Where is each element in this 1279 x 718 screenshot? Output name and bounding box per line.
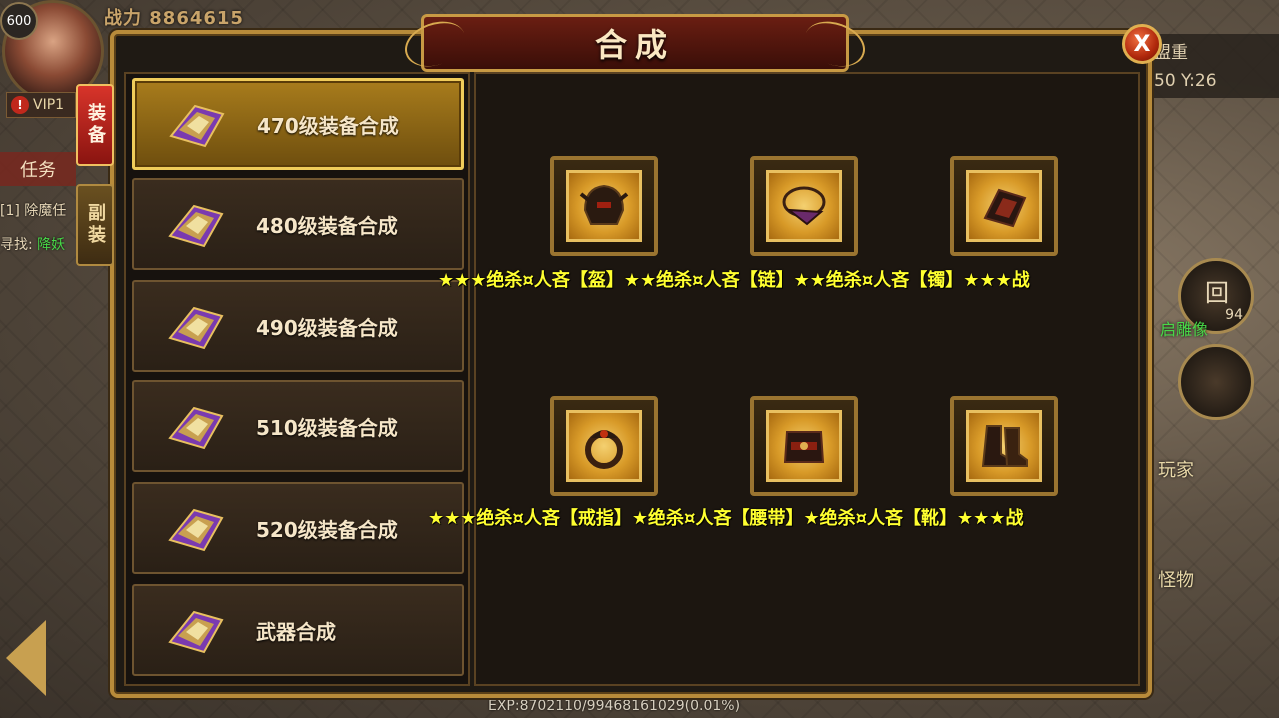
back-arrow-icon[interactable] [6,620,46,696]
return-glyph-icon: 回 [1205,279,1229,307]
boots-icon [981,425,1028,467]
equipment-bundle-icon [168,406,224,450]
item-slot-ring[interactable] [550,396,658,496]
combat-power-label: 战力 [104,8,142,29]
statue-label[interactable]: 启雕像 [1160,316,1208,340]
item-captions-row-2: ★★★绝杀¤人吝【戒指】★绝杀¤人吝【腰带】★绝杀¤人吝【靴】★★★战 [428,508,1024,529]
bracer-icon [983,188,1027,228]
recipe-item-510[interactable]: 510级装备合成 [132,380,464,472]
vip-badge[interactable]: ! VIP1 [6,92,76,118]
recipe-item-490[interactable]: 490级装备合成 [132,280,464,372]
item-slot-belt[interactable] [750,396,858,496]
equipment-bundle-icon [168,508,224,552]
quest-target-link[interactable]: 降妖 [37,237,65,253]
item-slot-bracer[interactable] [950,156,1058,256]
dialog-title-plate: 合成 [421,14,849,72]
map-coordinates: 盟重 50 Y:26 [1146,34,1279,98]
recipe-item-weapon[interactable]: 武器合成 [132,584,464,676]
alert-icon: ! [11,96,29,114]
recipe-label: 470级装备合成 [257,113,399,138]
quest-line-1[interactable]: [1] 除魔任 [0,200,66,220]
attack-skill-button[interactable] [1178,344,1254,420]
close-button[interactable]: X [1122,24,1162,64]
equipment-bundle-icon [168,306,224,350]
recipe-label: 510级装备合成 [256,415,398,440]
recipe-item-480[interactable]: 480级装备合成 [132,178,464,270]
necklace-icon [782,186,826,226]
item-slot-helmet[interactable] [550,156,658,256]
recipe-item-470[interactable]: 470级装备合成 [132,78,464,170]
monsters-tab[interactable]: 怪物 [1158,566,1194,592]
players-tab[interactable]: 玩家 [1158,456,1194,482]
dialog-title: 合成 [594,26,675,64]
map-xy: 50 Y:26 [1154,71,1217,91]
tab-equipment[interactable]: 装备 [76,84,114,166]
combat-power-value: 8864615 [149,8,244,29]
combat-power: 战力 8864615 [104,4,244,30]
quest-line-2[interactable]: 寻找: 降妖 [0,234,65,254]
helmet-icon [579,184,629,225]
item-slot-boots[interactable] [950,396,1058,496]
skill-count: 94 [1225,307,1243,323]
equipment-bundle-icon [168,204,224,248]
ring-icon [585,430,623,469]
recipe-list: 470级装备合成 480级装备合成 490级装备合成 510级装备合成 520级… [124,72,470,686]
task-tab[interactable]: 任务 [0,152,76,186]
level-badge: 600 [0,2,38,40]
item-captions-row-1: ★★★绝杀¤人吝【盔】★★绝杀¤人吝【链】★★绝杀¤人吝【镯】★★★战 [438,270,1030,291]
experience-text: EXP:8702110/99468161029(0.01%) [488,698,741,714]
equipment-bundle-icon [168,610,224,654]
recipe-label: 武器合成 [256,619,336,644]
tab-secondary-equipment[interactable]: 副装 [76,184,114,266]
quest-seek-label: 寻找: [0,237,33,253]
recipe-label: 480级装备合成 [256,213,398,238]
recipe-label: 490级装备合成 [256,315,398,340]
map-name: 盟重 [1154,43,1188,63]
vip-label: VIP1 [33,97,65,113]
recipe-item-520[interactable]: 520级装备合成 [132,482,464,574]
belt-icon [783,431,825,463]
equipment-bundle-icon [169,104,225,148]
item-slot-necklace[interactable] [750,156,858,256]
